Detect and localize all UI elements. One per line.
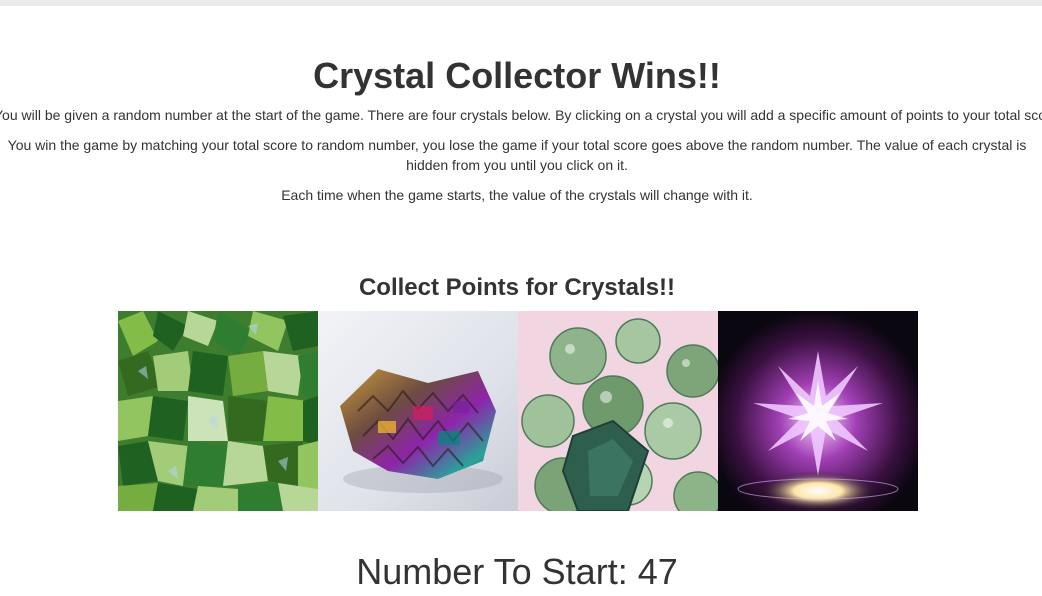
green-beads-image: [518, 311, 718, 511]
page: Crystal Collector Wins!! You will be giv…: [0, 0, 1042, 592]
glowing-crystal-image: [718, 311, 918, 511]
bismuth-crystal-image: [318, 311, 518, 511]
intro-text-line-1: You will be given a random number at the…: [0, 107, 1042, 123]
crystal-button-4[interactable]: [718, 311, 918, 511]
top-bar: [0, 0, 1042, 6]
intro-text-line-3: Each time when the game starts, the valu…: [281, 187, 753, 203]
number-to-start: Number To Start: 47: [356, 551, 678, 592]
green-crystal-image: [118, 311, 318, 511]
crystal-button-1[interactable]: [118, 311, 318, 511]
intro-text-line-2: You win the game by matching your total …: [7, 137, 1027, 173]
crystal-button-2[interactable]: [318, 311, 518, 511]
crystal-button-3[interactable]: [518, 311, 718, 511]
crystal-row: [118, 311, 918, 511]
page-title: Crystal Collector Wins!!: [313, 55, 721, 96]
crystals-subtitle: Collect Points for Crystals!!: [358, 274, 676, 301]
